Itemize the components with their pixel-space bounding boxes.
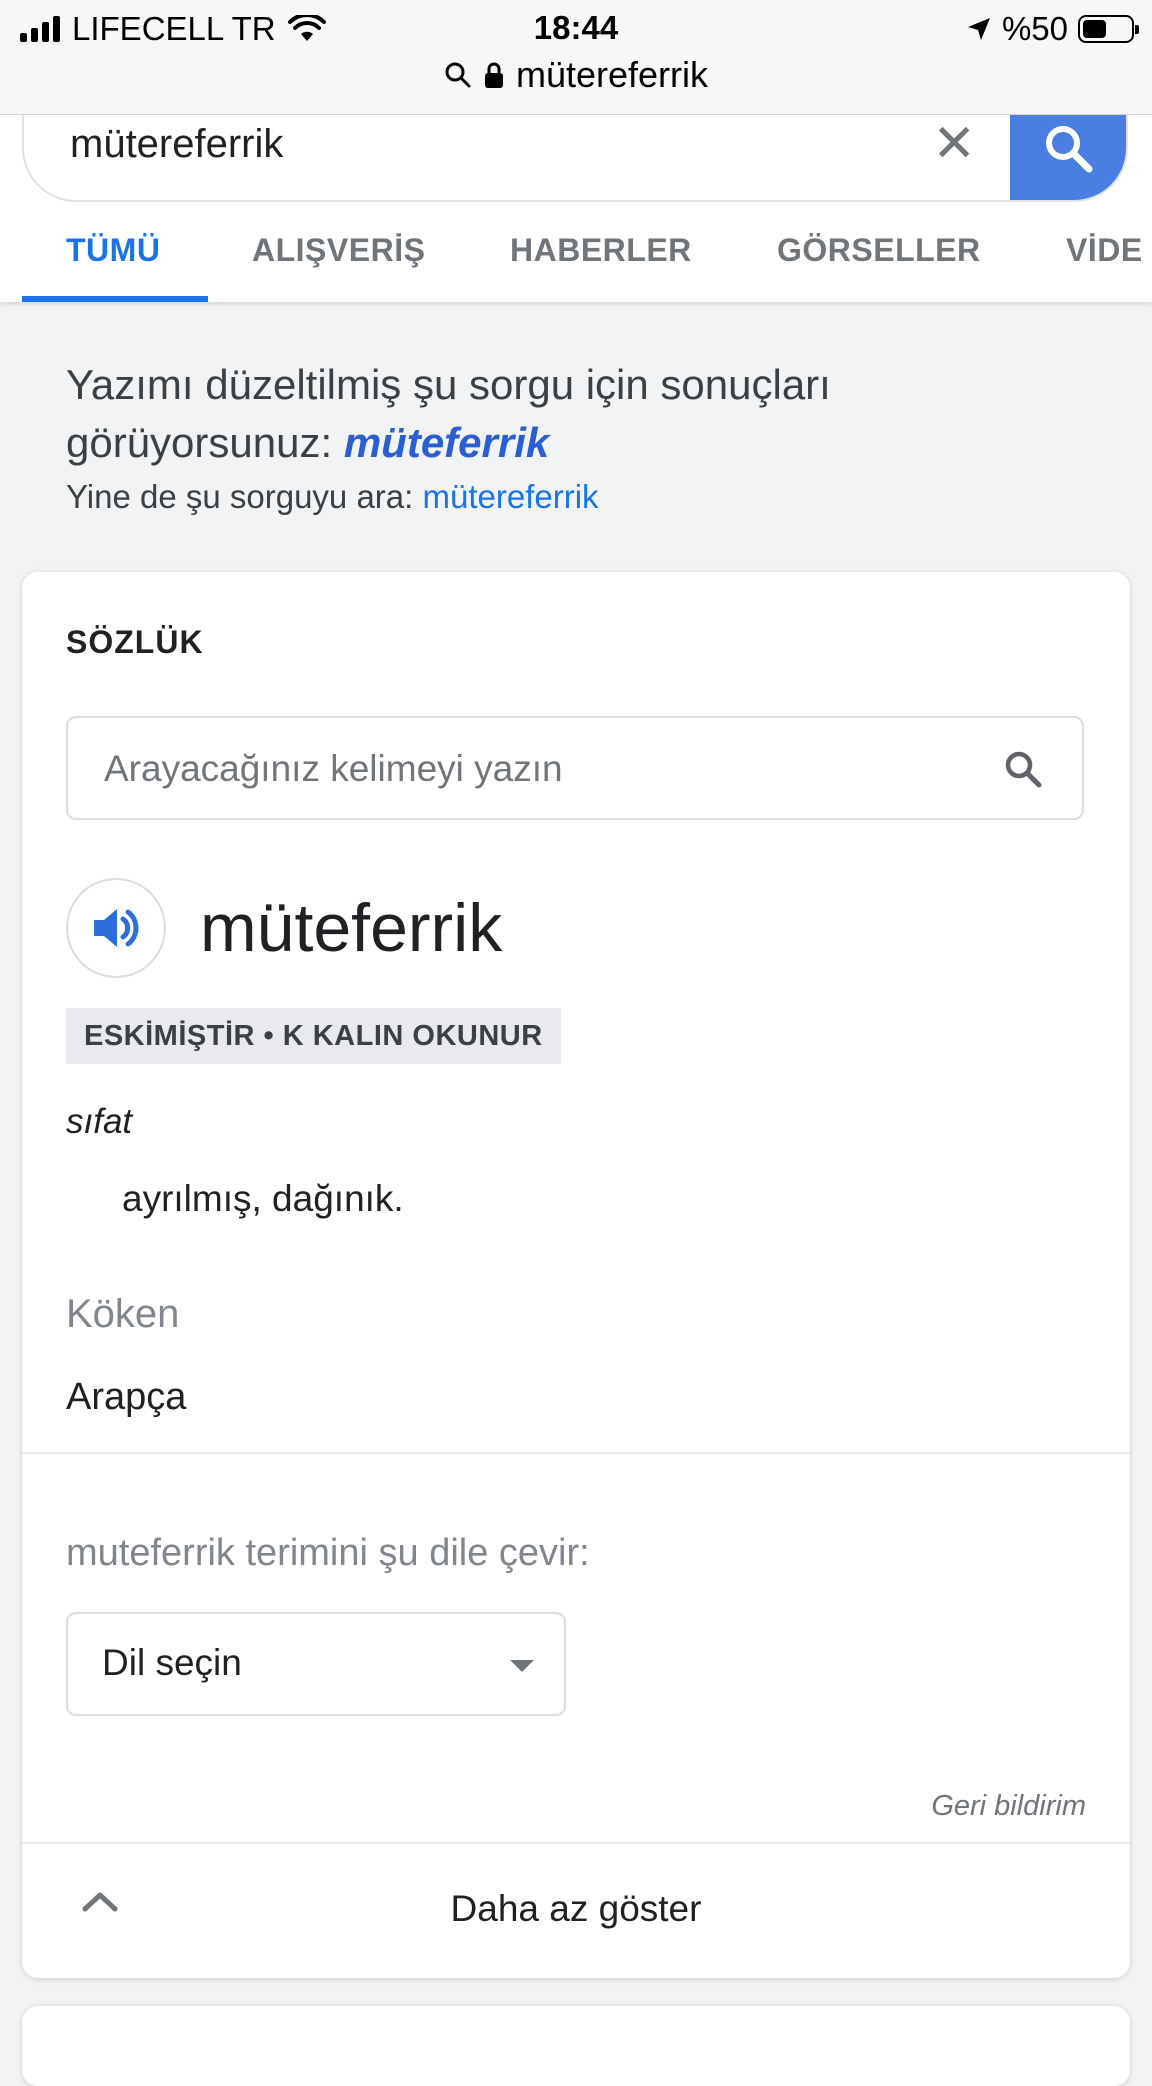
- translate-label: muteferrik terimini şu dile çevir:: [66, 1532, 590, 1574]
- card-title: SÖZLÜK: [66, 624, 204, 660]
- search-tabs: TÜMÜ ALIŞVERİŞ HABERLER GÖRSELLER VİDE: [0, 214, 1152, 302]
- search-instead: Yine de şu sorguyu ara: mütereferrik: [66, 478, 1106, 516]
- search-header: mütereferrik ✕ TÜMÜ ALIŞVERİŞ HABERLER G…: [0, 94, 1152, 302]
- search-icon: [445, 62, 471, 88]
- tab-images[interactable]: GÖRSELLER: [777, 232, 981, 269]
- tab-all[interactable]: TÜMÜ: [66, 232, 160, 269]
- browser-top-bar: LIFECELL TR 18:44 %50 mütereferrik: [0, 0, 1152, 115]
- location-arrow-icon: [967, 18, 990, 40]
- dictionary-search-field[interactable]: [66, 716, 1084, 820]
- original-query-link[interactable]: mütereferrik: [423, 478, 599, 515]
- dropdown-arrow-icon: [510, 1660, 534, 1672]
- lock-icon: [484, 62, 503, 88]
- part-of-speech: sıfat: [66, 1102, 133, 1141]
- battery-icon: [1078, 15, 1139, 43]
- battery-percent: %50: [1001, 10, 1068, 47]
- usage-tag: ESKİMİŞTİR • K KALIN OKUNUR: [66, 1008, 561, 1064]
- feedback-link[interactable]: Geri bildirim: [931, 1790, 1086, 1823]
- divider: [22, 1452, 1130, 1454]
- pronunciation-button[interactable]: [66, 878, 166, 978]
- next-result-card: [22, 2006, 1130, 2086]
- definition: ayrılmış, dağınık.: [122, 1178, 404, 1219]
- tab-videos[interactable]: VİDE: [1066, 232, 1143, 269]
- language-select-value: Dil seçin: [102, 1642, 242, 1683]
- corrected-query-link[interactable]: müteferrik: [344, 419, 549, 466]
- dictionary-card: SÖZLÜK müteferrik ESKİMİŞTİR • K KALIN O…: [22, 572, 1130, 1978]
- active-tab-indicator: [22, 296, 208, 302]
- speaker-icon: [94, 909, 139, 947]
- clear-icon[interactable]: ✕: [932, 118, 976, 170]
- status-bar: LIFECELL TR 18:44 %50: [0, 0, 1152, 58]
- show-less-label: Daha az göster: [450, 1888, 702, 1929]
- tab-news[interactable]: HABERLER: [510, 232, 692, 269]
- status-right: %50: [966, 10, 1139, 48]
- search-icon[interactable]: [1002, 748, 1044, 790]
- search-icon: [1046, 126, 1093, 173]
- tab-shopping[interactable]: ALIŞVERİŞ: [252, 232, 425, 269]
- url-domain: mütereferrik: [515, 54, 709, 95]
- origin-value: Arapça: [66, 1376, 187, 1418]
- spelling-correction: Yazımı düzeltilmiş şu sorgu için sonuçla…: [66, 356, 1106, 516]
- url-bar[interactable]: mütereferrik: [0, 54, 1152, 96]
- dictionary-search-input[interactable]: [102, 740, 986, 798]
- correction-text: Yazımı düzeltilmiş şu sorgu için sonuçla…: [66, 356, 1106, 472]
- origin-heading: Köken: [66, 1292, 180, 1336]
- headword: müteferrik: [200, 890, 503, 966]
- search-query[interactable]: mütereferrik: [70, 122, 283, 167]
- search-instead-prefix: Yine de şu sorguyu ara:: [66, 478, 414, 515]
- show-less-button[interactable]: Daha az göster: [22, 1844, 1130, 1978]
- language-select[interactable]: Dil seçin: [66, 1612, 566, 1716]
